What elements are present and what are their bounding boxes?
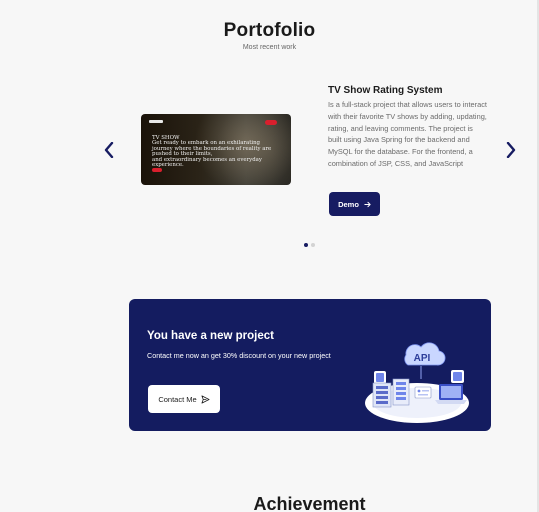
portfolio-title: Portofolio [223,20,316,41]
carousel-pagination [304,243,315,247]
api-label: API [414,353,431,364]
achievement-title: Achievement [253,494,366,512]
thumbnail-badge [265,120,277,125]
contact-me-button[interactable]: Contact Me [148,385,220,413]
project-title: TV Show Rating System [328,85,443,96]
carousel-prev-button[interactable] [101,140,117,160]
carousel-dot-1[interactable] [304,243,308,247]
chevron-left-icon [104,142,114,158]
arrow-right-icon [364,201,371,207]
thumbnail-cta [152,168,162,172]
chevron-right-icon [506,142,516,158]
carousel-next-button[interactable] [503,140,519,160]
send-icon [201,394,210,404]
thumbnail-logo [149,120,163,123]
thumbnail-text: TV SHOW Get ready to embark on an exhila… [152,135,272,169]
project-description: Is a full-stack project that allows user… [328,100,487,168]
api-illustration: API [365,342,469,423]
cta-banner: You have a new project Contact me now an… [129,299,491,431]
project-thumbnail: TV SHOW Get ready to embark on an exhila… [141,114,291,185]
portfolio-subtitle: Most recent work [242,44,297,51]
contact-me-label: Contact Me [158,394,197,404]
cta-text: Contact me now an get 30% discount on yo… [147,351,331,360]
carousel-dot-2[interactable] [311,243,315,247]
demo-button[interactable]: Demo [329,192,380,216]
cta-title: You have a new project [147,330,274,342]
demo-button-label: Demo [338,199,359,209]
